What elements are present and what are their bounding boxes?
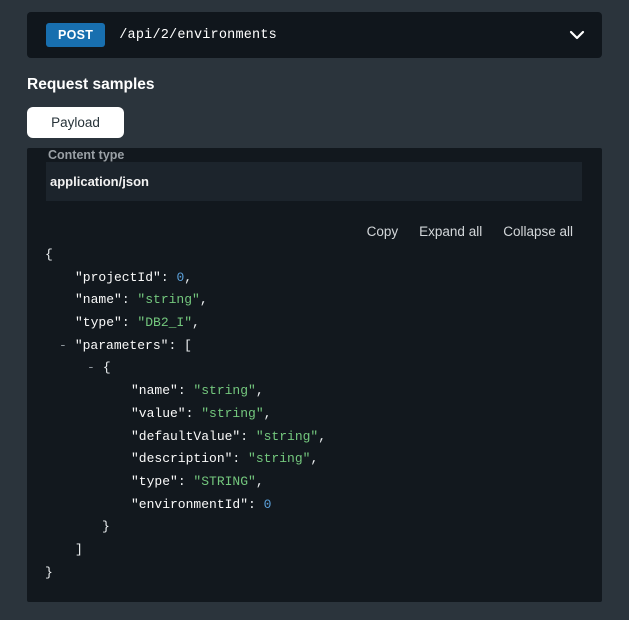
- code-token-punct: ,: [264, 406, 272, 421]
- json-code-block: {"projectId": 0,"name": "string","type":…: [27, 244, 602, 584]
- code-line: "value": "string",: [27, 403, 602, 426]
- code-token-punct: :: [186, 406, 202, 421]
- code-token-key: "type": [75, 315, 122, 330]
- content-type-value: application/json: [50, 174, 149, 189]
- action-collapse-all-button[interactable]: Collapse all: [503, 222, 573, 240]
- action-copy-button[interactable]: Copy: [367, 222, 399, 240]
- sample-tabs: Payload: [27, 107, 602, 138]
- code-line: "type": "STRING",: [27, 471, 602, 494]
- code-token-punct: {: [45, 247, 53, 262]
- code-token-key: "description": [131, 451, 232, 466]
- collapse-toggle-icon[interactable]: -: [59, 338, 67, 353]
- http-method-badge: POST: [46, 23, 105, 47]
- code-token-str: "string": [248, 451, 310, 466]
- tab-payload[interactable]: Payload: [27, 107, 124, 138]
- content-type-dropdown[interactable]: application/json: [46, 162, 582, 201]
- code-token-punct: :: [122, 292, 138, 307]
- code-token-key: "name": [131, 383, 178, 398]
- code-token-punct: ,: [256, 474, 264, 489]
- code-line: }: [27, 516, 602, 539]
- code-token-key: "environmentId": [131, 497, 248, 512]
- code-token-punct: ,: [310, 451, 318, 466]
- collapse-toggle-icon[interactable]: -: [87, 360, 95, 375]
- endpoint-header[interactable]: POST /api/2/environments: [27, 12, 602, 58]
- code-token-punct: :: [248, 497, 264, 512]
- code-line: "defaultValue": "string",: [27, 426, 602, 449]
- code-line: ]: [27, 539, 602, 562]
- code-token-punct: }: [45, 565, 53, 580]
- code-token-key: "parameters": [75, 338, 169, 353]
- code-token-punct: ,: [318, 429, 326, 444]
- code-token-key: "defaultValue": [131, 429, 240, 444]
- code-token-punct: :: [122, 315, 138, 330]
- code-line: -{: [27, 357, 602, 380]
- code-actions: Copy Expand all Collapse all: [27, 222, 573, 240]
- code-line: "description": "string",: [27, 448, 602, 471]
- code-token-punct: :: [161, 270, 177, 285]
- code-token-punct: ,: [200, 292, 208, 307]
- code-token-key: "type": [131, 474, 178, 489]
- code-line: -"parameters": [: [27, 335, 602, 358]
- operation-sample-section: POST /api/2/environments Request samples…: [27, 12, 602, 602]
- code-line: "type": "DB2_I",: [27, 312, 602, 335]
- chevron-down-icon[interactable]: [569, 30, 585, 40]
- code-token-punct: ]: [75, 542, 83, 557]
- code-token-punct: : [: [168, 338, 191, 353]
- code-line: "name": "string",: [27, 380, 602, 403]
- tab-payload-label: Payload: [51, 115, 100, 130]
- code-line: "name": "string",: [27, 289, 602, 312]
- code-token-punct: :: [178, 383, 194, 398]
- code-token-key: "name": [75, 292, 122, 307]
- action-expand-all-button[interactable]: Expand all: [419, 222, 482, 240]
- code-token-punct: ,: [184, 270, 192, 285]
- code-token-punct: }: [102, 519, 110, 534]
- code-token-punct: :: [178, 474, 194, 489]
- content-type-label: Content type: [48, 148, 602, 162]
- code-line: {: [27, 244, 602, 267]
- code-token-punct: :: [232, 451, 248, 466]
- code-token-key: "value": [131, 406, 186, 421]
- code-token-str: "STRING": [193, 474, 255, 489]
- endpoint-path: /api/2/environments: [119, 28, 277, 43]
- code-line: "environmentId": 0: [27, 494, 602, 517]
- code-token-str: "string": [193, 383, 255, 398]
- code-token-key: "projectId": [75, 270, 161, 285]
- code-token-num: 0: [264, 497, 272, 512]
- code-token-punct: ,: [256, 383, 264, 398]
- code-token-punct: :: [240, 429, 256, 444]
- code-token-str: "string": [256, 429, 318, 444]
- code-token-punct: ,: [192, 315, 200, 330]
- code-token-str: "string": [201, 406, 263, 421]
- code-token-punct: {: [103, 360, 111, 375]
- code-token-str: "DB2_I": [137, 315, 192, 330]
- request-sample-panel: Content type application/json Copy Expand…: [27, 148, 602, 602]
- page-background: { "endpoint": { "method": "POST", "path"…: [0, 0, 629, 620]
- code-line: "projectId": 0,: [27, 267, 602, 290]
- code-token-str: "string": [137, 292, 199, 307]
- request-samples-title: Request samples: [27, 76, 602, 94]
- code-line: }: [27, 562, 602, 585]
